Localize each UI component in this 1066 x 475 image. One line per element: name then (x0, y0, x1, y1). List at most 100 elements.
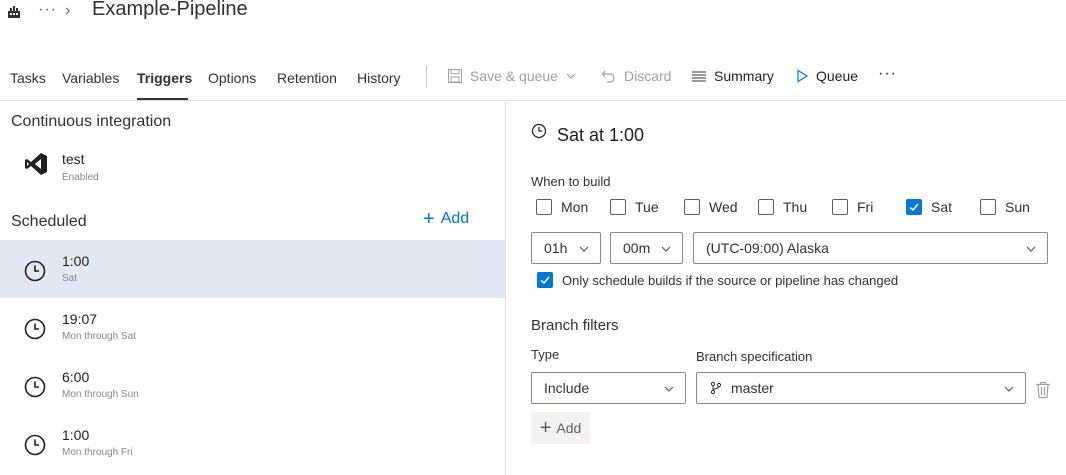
schedule-item[interactable]: 1:00 Mon through Fri (0, 414, 505, 472)
ci-item-title: test (62, 151, 85, 167)
day-checkbox-mon[interactable]: Mon (536, 199, 588, 215)
detail-title: Sat at 1:00 (557, 125, 645, 145)
filter-type-dropdown[interactable]: Include (531, 372, 686, 404)
add-branch-filter-button[interactable]: + Add (531, 412, 590, 444)
clock-icon (24, 260, 46, 282)
list-icon (692, 71, 706, 82)
day-label: Sat (931, 199, 953, 215)
branch-spec-label: Branch specification (696, 349, 813, 364)
schedule-time: 1:00 (62, 427, 90, 443)
schedule-item[interactable]: 19:07 Mon through Sat (0, 298, 505, 356)
chevron-down-icon (1004, 386, 1014, 392)
discard-button[interactable]: Discard (601, 68, 671, 84)
visual-studio-icon (25, 153, 47, 175)
undo-icon (601, 70, 615, 83)
branch-icon (710, 381, 722, 395)
tab-history[interactable]: History (357, 70, 401, 86)
tab-variables[interactable]: Variables (62, 70, 119, 86)
pipeline-logo-icon[interactable] (6, 4, 22, 20)
save-queue-button[interactable]: Save & queue (447, 68, 577, 84)
branch-spec-value: master (731, 380, 774, 396)
more-actions-label: ··· (878, 65, 897, 82)
day-label: Sun (1005, 199, 1030, 215)
checkbox[interactable] (610, 199, 626, 215)
scheduled-heading: Scheduled (11, 213, 87, 230)
day-checkbox-sun[interactable]: Sun (980, 199, 1030, 215)
clock-icon (24, 318, 46, 340)
schedule-time: 1:00 (62, 253, 90, 269)
day-label: Wed (709, 199, 738, 215)
breadcrumb-more-button[interactable]: ··· (38, 1, 57, 19)
tab-tasks[interactable]: Tasks (10, 70, 46, 86)
chevron-down-icon (1026, 246, 1036, 252)
more-actions-button[interactable]: ··· (878, 65, 897, 83)
only-changed-label: Only schedule builds if the source or pi… (562, 272, 899, 288)
page-title: Example-Pipeline (92, 0, 248, 20)
top-bar: ··· › Example-Pipeline (0, 0, 1066, 30)
add-schedule-label: Add (440, 210, 470, 227)
queue-button[interactable]: Queue (795, 68, 858, 84)
schedule-days: Mon through Sat (62, 331, 136, 342)
tab-retention[interactable]: Retention (277, 70, 337, 86)
filter-type-value: Include (544, 380, 590, 396)
branch-filters-heading: Branch filters (531, 317, 619, 334)
tab-triggers[interactable]: Triggers (137, 70, 192, 86)
clock-icon (24, 434, 46, 456)
day-label: Thu (783, 199, 808, 215)
summary-label: Summary (714, 68, 774, 84)
branch-spec-dropdown[interactable]: master (696, 372, 1026, 404)
hour-value: 01h (544, 240, 568, 256)
save-icon (448, 69, 462, 83)
hour-dropdown[interactable]: 01h (531, 232, 601, 264)
only-changed-checkbox-row[interactable]: Only schedule builds if the source or pi… (537, 272, 898, 288)
ci-heading: Continuous integration (11, 113, 172, 130)
schedule-time: 6:00 (62, 369, 90, 385)
schedule-item[interactable]: 1:00 Sat (0, 240, 505, 298)
tab-bar: Tasks Variables Triggers Options Retenti… (0, 60, 1066, 101)
schedule-days: Sat (62, 273, 78, 284)
day-checkbox-sat[interactable]: Sat (906, 199, 952, 215)
checkbox[interactable] (684, 199, 700, 215)
schedule-time: 19:07 (62, 311, 98, 327)
day-checkbox-tue[interactable]: Tue (610, 199, 659, 215)
only-changed-checkbox[interactable] (537, 272, 553, 288)
triggers-list-pane: Continuous integration test Enabled Sche… (0, 102, 506, 475)
queue-label: Queue (816, 68, 859, 84)
timezone-dropdown[interactable]: (UTC-09:00) Alaska (693, 232, 1048, 264)
clock-icon (24, 376, 46, 398)
checkbox[interactable] (980, 199, 996, 215)
type-label: Type (531, 347, 560, 362)
chevron-down-icon (566, 73, 576, 79)
tab-options[interactable]: Options (208, 70, 256, 86)
minute-dropdown[interactable]: 00m (610, 232, 683, 264)
day-label: Fri (857, 199, 874, 215)
day-checkbox-wed[interactable]: Wed (684, 199, 738, 215)
summary-button[interactable]: Summary (691, 68, 774, 84)
ci-item-status: Enabled (62, 172, 99, 183)
toolbar-divider (426, 66, 427, 88)
day-checkbox-thu[interactable]: Thu (758, 199, 807, 215)
day-label: Tue (635, 199, 659, 215)
checkbox[interactable] (536, 199, 552, 215)
add-schedule-button[interactable]: + Add (423, 208, 470, 230)
plus-icon: + (423, 208, 435, 230)
checkbox[interactable] (758, 199, 774, 215)
day-checkbox-fri[interactable]: Fri (832, 199, 873, 215)
play-icon (797, 69, 809, 83)
when-to-build-label: When to build (531, 174, 611, 189)
checkbox-checked[interactable] (906, 199, 922, 215)
checkmark-icon (540, 276, 550, 285)
schedule-days: Mon through Sun (62, 389, 139, 400)
schedule-item[interactable]: 6:00 Mon through Sun (0, 356, 505, 414)
active-tab-underline (137, 98, 188, 100)
delete-icon[interactable] (1035, 381, 1051, 399)
save-queue-label: Save & queue (470, 68, 558, 84)
chevron-down-icon (664, 386, 674, 392)
discard-label: Discard (624, 68, 672, 84)
ci-trigger-item[interactable]: test Enabled (0, 146, 505, 194)
schedule-detail-pane: Sat at 1:00 When to build Mon Tue Wed Th… (507, 102, 1066, 475)
breadcrumb-chevron-icon: › (65, 2, 71, 19)
checkbox[interactable] (832, 199, 848, 215)
timezone-value: (UTC-09:00) Alaska (706, 240, 829, 256)
day-label: Mon (561, 199, 589, 215)
